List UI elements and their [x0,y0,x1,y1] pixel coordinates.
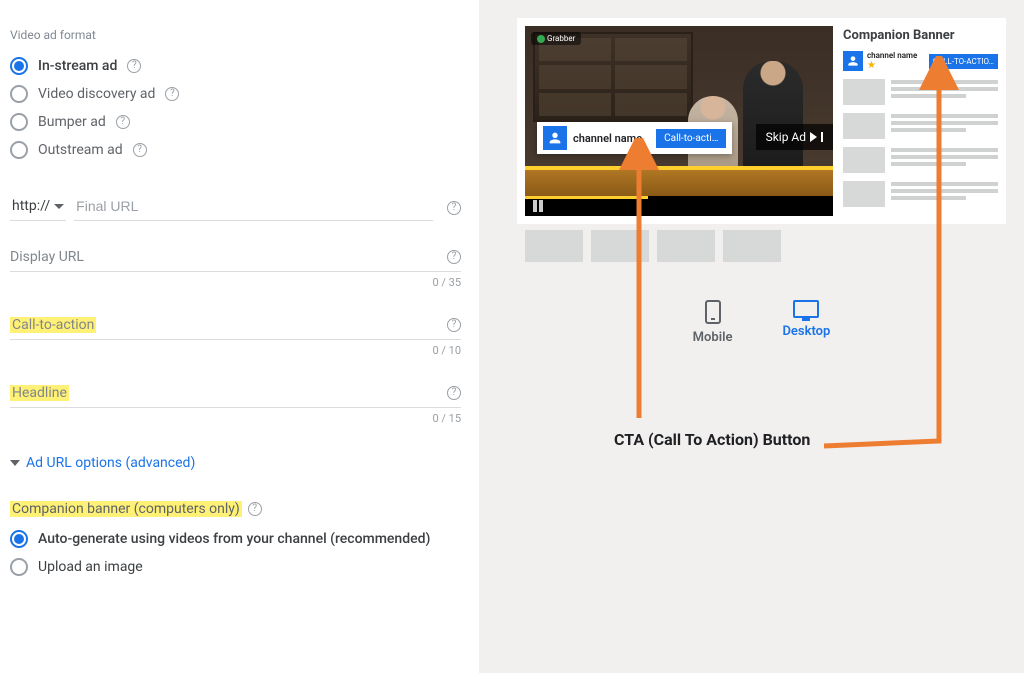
player-bar [525,196,833,216]
radio-icon [10,530,28,548]
video-ad-format-label: Video ad format [10,28,461,42]
radio-icon [10,57,28,75]
suggestion-skeleton [843,79,998,105]
companion-banner-title: Companion Banner [843,28,998,43]
help-icon[interactable]: ? [127,59,141,73]
avatar-icon [843,51,863,71]
radio-companion-upload[interactable]: Upload an image [10,553,461,581]
radio-companion-autogen[interactable]: Auto-generate using videos from your cha… [10,525,461,553]
radio-label: In-stream ad [38,58,117,74]
final-url-input[interactable] [74,194,433,221]
protocol-value: http:// [12,198,50,214]
radio-label: Upload an image [38,559,143,575]
avatar-icon [543,126,567,150]
protocol-select[interactable]: http:// [10,194,66,221]
cta-field[interactable]: Call-to-action ? 0 / 10 [10,317,461,357]
companion-channel-name: channel name [867,51,917,60]
headline-label: Headline [10,385,69,401]
cta-counter: 0 / 10 [10,344,461,357]
help-icon[interactable]: ? [165,87,179,101]
monitor-icon [793,300,819,318]
radio-label: Bumper ad [38,114,106,130]
radio-label: Auto-generate using videos from your cha… [38,531,430,547]
help-icon[interactable]: ? [133,143,147,157]
radio-discovery[interactable]: Video discovery ad ? [10,80,461,108]
radio-bumper[interactable]: Bumper ad ? [10,108,461,136]
device-mobile[interactable]: Mobile [693,300,733,345]
bottom-thumbs [525,230,833,262]
display-url-counter: 0 / 35 [10,276,461,289]
phone-icon [705,300,721,324]
companion-banner-label: Companion banner (computers only) [10,501,242,517]
pause-icon[interactable] [533,200,543,212]
overlay-channel-name: channel name [573,132,642,145]
companion-header-row: channel name ★ CALL-TO-ACTIO… [843,51,998,71]
ad-url-options-toggle[interactable]: Ad URL options (advanced) [10,455,461,471]
help-icon[interactable]: ? [447,201,461,215]
chevron-down-icon [10,460,20,466]
preview-card: Grabber channel name Call-to-acti… Skip … [517,18,1006,224]
radio-label: Outstream ad [38,142,123,158]
chevron-down-icon [54,204,64,209]
help-icon[interactable]: ? [447,250,461,264]
help-icon[interactable]: ? [447,386,461,400]
headline-counter: 0 / 15 [10,412,461,425]
display-url-label: Display URL [10,249,84,265]
companion-cta-button[interactable]: CALL-TO-ACTIO… [929,54,998,69]
cta-label: Call-to-action [10,317,96,333]
preview-panel: Grabber channel name Call-to-acti… Skip … [479,0,1024,673]
help-icon[interactable]: ? [248,502,262,516]
form-panel: Video ad format In-stream ad ? Video dis… [0,0,479,673]
suggestion-skeleton [843,181,998,207]
suggestion-skeleton [843,147,998,173]
radio-outstream[interactable]: Outstream ad ? [10,136,461,164]
star-icon: ★ [867,60,917,71]
device-desktop[interactable]: Desktop [782,300,830,345]
radio-icon [10,113,28,131]
radio-icon [10,141,28,159]
annotation-cta-label: CTA (Call To Action) Button [614,430,810,449]
help-icon[interactable]: ? [116,115,130,129]
suggestion-skeleton [843,113,998,139]
radio-icon [10,558,28,576]
video-scene: Grabber channel name Call-to-acti… Skip … [525,26,833,196]
headline-field[interactable]: Headline ? 0 / 15 [10,385,461,425]
companion-sidebar: Companion Banner channel name ★ CALL-TO-… [843,26,998,216]
radio-icon [10,85,28,103]
overlay-card: channel name Call-to-acti… [537,122,732,154]
help-icon[interactable]: ? [447,318,461,332]
skip-ad-button[interactable]: Skip Ad [756,124,833,150]
display-url-field[interactable]: Display URL ? 0 / 35 [10,249,461,289]
play-icon [810,132,817,142]
radio-label: Video discovery ad [38,86,155,102]
overlay-cta-button[interactable]: Call-to-acti… [656,129,726,148]
ad-url-options-label: Ad URL options (advanced) [26,455,195,471]
video-preview: Grabber channel name Call-to-acti… Skip … [525,26,833,216]
radio-instream[interactable]: In-stream ad ? [10,52,461,80]
grabber-badge: Grabber [531,32,581,45]
